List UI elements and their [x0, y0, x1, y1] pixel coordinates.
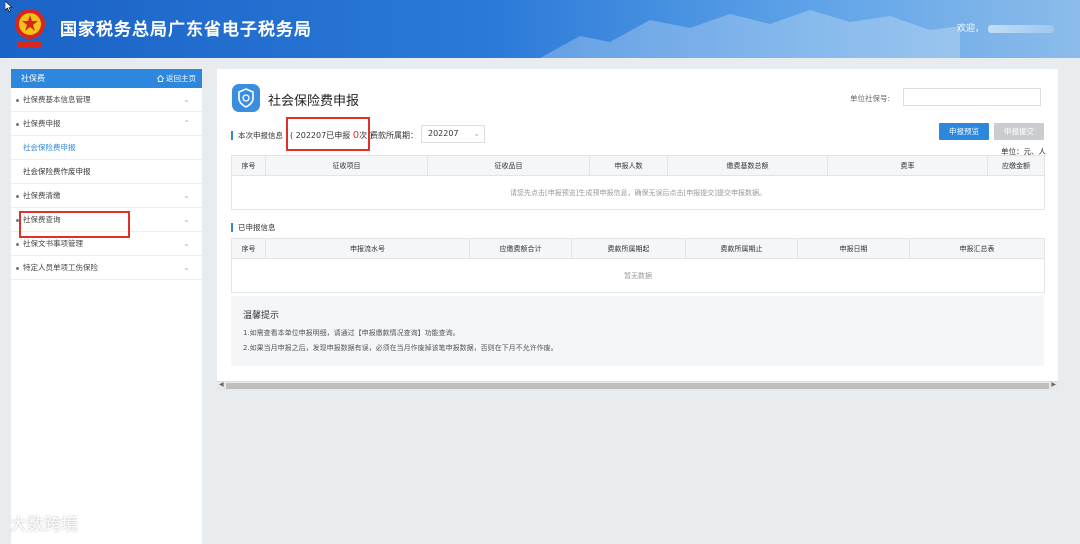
bullet-icon — [16, 195, 19, 198]
top-banner: 国家税务总局广东省电子税务局 欢迎， — [0, 0, 1080, 58]
table-header-row: 序号 征收项目 征收品目 申报人数 缴费基数总额 费率 应缴金额 — [231, 155, 1045, 176]
home-icon — [157, 75, 164, 82]
sidebar-item-label: 社保文书事项管理 — [23, 239, 83, 248]
great-wall-graphic — [540, 10, 960, 58]
tips-line: 2.如果当月申报之后，发现申报数据有误，必须在当月作废掉该笔申报数据，否则在下月… — [243, 344, 558, 352]
column-header: 申报人数 — [589, 155, 668, 176]
sidebar-header: 社保费 返回主页 — [11, 69, 202, 88]
scrollbar-thumb[interactable] — [226, 383, 1049, 389]
period-label: 费款所属期： — [370, 131, 418, 140]
bullet-icon — [16, 243, 19, 246]
unit-social-security-label: 单位社保号: — [850, 94, 891, 103]
bullet-icon — [16, 267, 19, 270]
period-value: 202207 — [428, 129, 459, 138]
highlight-box-menu — [19, 211, 130, 238]
empty-message: 暂无数据 — [231, 258, 1045, 293]
sidebar-subitem-void-declaration[interactable]: 社会保险费作废申报 — [11, 160, 202, 184]
sidebar-item-basic-info[interactable]: 社保费基本信息管理 ⌄ — [11, 88, 202, 112]
highlight-box-count — [286, 117, 370, 151]
sidebar-item-injury-insurance[interactable]: 特定人员单项工伤保险 ⌄ — [11, 256, 202, 280]
sidebar-subitem-insurance-declaration[interactable]: 社会保险费申报 — [11, 136, 202, 160]
return-home-label: 返回主页 — [166, 74, 196, 83]
column-header: 序号 — [231, 155, 266, 176]
column-header: 费率 — [827, 155, 988, 176]
table-header-row: 序号 申报流水号 应缴费额合计 费款所属期起 费款所属期止 申报日期 申报汇总表 — [231, 238, 1045, 259]
period-select[interactable]: 202207 ⌄ — [421, 125, 485, 143]
welcome-text: 欢迎， — [957, 21, 1054, 34]
chevron-down-icon: ⌄ — [183, 263, 190, 272]
submit-button[interactable]: 申报提交 — [994, 123, 1044, 140]
sidebar-item-declaration[interactable]: 社保费申报 ⌃ — [11, 112, 202, 136]
page-title: 社会保险费申报 — [268, 94, 360, 109]
chevron-down-icon: ⌄ — [183, 191, 190, 200]
current-declaration-section-title: 本次申报信息 — [231, 131, 283, 140]
column-header: 费款所属期起 — [571, 238, 686, 259]
horizontal-scrollbar[interactable]: ◀ ▶ — [217, 381, 1058, 390]
username-blurred — [988, 24, 1054, 33]
column-header: 申报汇总表 — [909, 238, 1045, 259]
chevron-down-icon: ⌄ — [183, 215, 190, 224]
scroll-left-icon[interactable]: ◀ — [219, 381, 224, 388]
national-emblem-icon — [15, 9, 45, 47]
sidebar-title: 社保费 — [21, 74, 45, 83]
shield-icon — [232, 84, 260, 112]
column-header: 征收品目 — [427, 155, 590, 176]
tips-line: 1.如需查看本单位申报明细，请通过【申报缴款情况查询】功能查询。 — [243, 329, 460, 337]
column-header: 费款所属期止 — [685, 238, 798, 259]
column-header: 申报日期 — [797, 238, 910, 259]
chevron-down-icon: ⌄ — [473, 129, 480, 138]
sidebar: 社保费 返回主页 社保费基本信息管理 ⌄ 社保费申报 ⌃ 社会保险费申报 社会保… — [11, 69, 202, 544]
column-header: 序号 — [231, 238, 266, 259]
sidebar-item-label: 社保费清缴 — [23, 191, 61, 200]
column-header: 申报流水号 — [265, 238, 470, 259]
sidebar-item-label: 社保费基本信息管理 — [23, 95, 91, 104]
sidebar-item-label: 特定人员单项工伤保险 — [23, 263, 98, 272]
welcome-label: 欢迎， — [956, 24, 984, 34]
watermark: 大数跨境 — [10, 515, 78, 535]
empty-message: 请您先点击[申报预览]生成预申报信息，确保无误后点击[申报提交]提交申报数据。 — [231, 175, 1045, 210]
column-header: 应缴费额合计 — [469, 238, 572, 259]
table-row: 暂无数据 — [231, 258, 1045, 293]
table-row: 请您先点击[申报预览]生成预申报信息，确保无误后点击[申报提交]提交申报数据。 — [231, 175, 1045, 210]
unit-social-security-select[interactable]: ⌄ — [903, 88, 1041, 106]
bullet-icon — [16, 123, 19, 126]
main-panel: 社会保险费申报 单位社保号: ⌄ 本次申报信息 ( 202207已申报 0次 )… — [217, 69, 1058, 387]
declared-section-title: 已申报信息 — [231, 223, 276, 232]
tips-title: 温馨提示 — [243, 311, 280, 321]
sidebar-item-label: 社保费申报 — [23, 119, 61, 128]
declared-table: 序号 申报流水号 应缴费额合计 费款所属期起 费款所属期止 申报日期 申报汇总表… — [231, 238, 1045, 293]
scroll-right-icon[interactable]: ▶ — [1051, 381, 1056, 388]
chevron-up-icon: ⌃ — [183, 119, 190, 128]
column-header: 征收项目 — [265, 155, 428, 176]
current-declaration-table: 序号 征收项目 征收品目 申报人数 缴费基数总额 费率 应缴金额 请您先点击[申… — [231, 155, 1045, 210]
chevron-down-icon: ⌄ — [1039, 89, 1040, 105]
chevron-down-icon: ⌄ — [183, 95, 190, 104]
chevron-down-icon: ⌄ — [183, 239, 190, 248]
mouse-cursor-icon — [5, 1, 13, 12]
sidebar-item-clearance[interactable]: 社保费清缴 ⌄ — [11, 184, 202, 208]
tips-panel: 温馨提示 1.如需查看本单位申报明细，请通过【申报缴款情况查询】功能查询。 2.… — [231, 296, 1044, 366]
site-title: 国家税务总局广东省电子税务局 — [60, 20, 312, 40]
bullet-icon — [16, 99, 19, 102]
column-header: 缴费基数总额 — [667, 155, 828, 176]
preview-button[interactable]: 申报预览 — [939, 123, 989, 140]
return-home-link[interactable]: 返回主页 — [157, 69, 196, 88]
column-header: 应缴金额 — [987, 155, 1045, 176]
